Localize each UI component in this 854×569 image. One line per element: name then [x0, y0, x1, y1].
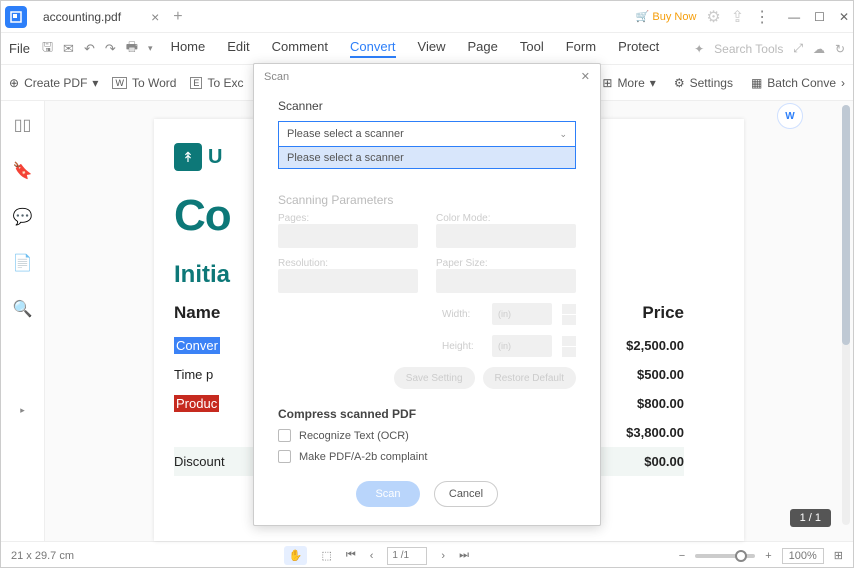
chevron-down-icon: ⌄: [559, 129, 567, 140]
scan-button[interactable]: Scan: [356, 481, 420, 507]
close-icon[interactable]: ×: [151, 9, 159, 25]
pdfa-checkbox[interactable]: [278, 450, 291, 463]
chevron-down-icon[interactable]: ▾: [148, 43, 153, 54]
restore-default-button: Restore Default: [483, 367, 576, 389]
doc-logo-icon: ↟: [174, 143, 202, 171]
create-pdf-button[interactable]: ⊕ Create PDF ▾: [9, 76, 98, 90]
batch-convert-button[interactable]: ▦ Batch Conve ›: [751, 76, 845, 90]
dialog-close-icon[interactable]: ✕: [581, 70, 590, 83]
zoom-in-icon[interactable]: +: [765, 550, 771, 562]
ocr-label: Recognize Text (OCR): [299, 430, 409, 442]
resolution-select: [278, 269, 418, 293]
menu-edit[interactable]: Edit: [227, 39, 249, 58]
vertical-scrollbar[interactable]: [842, 105, 850, 525]
pages-label: Pages:: [278, 213, 418, 224]
maximize-button[interactable]: ☐: [814, 10, 825, 24]
menu-convert[interactable]: Convert: [350, 39, 396, 58]
mail-icon[interactable]: ✉: [63, 41, 74, 57]
pdfa-label: Make PDF/A-2b complaint: [299, 451, 427, 463]
scroll-thumb[interactable]: [842, 105, 850, 345]
width-label: Width:: [442, 309, 482, 320]
menu-home[interactable]: Home: [171, 39, 206, 58]
app-icon: [5, 6, 27, 28]
kebab-icon[interactable]: ⋮: [754, 7, 770, 27]
width-input: (in): [492, 303, 552, 325]
menu-page[interactable]: Page: [468, 39, 498, 58]
scanner-select[interactable]: Please select a scanner ⌄: [278, 121, 576, 147]
zoom-out-icon[interactable]: −: [679, 550, 685, 562]
buy-now-link[interactable]: 🛒 Buy Now: [636, 10, 697, 23]
attachment-icon[interactable]: 📄: [13, 253, 33, 273]
col-price: Price: [642, 303, 684, 323]
menu-view[interactable]: View: [418, 39, 446, 58]
page-number-input[interactable]: 1 /1: [387, 547, 427, 565]
resolution-label: Resolution:: [278, 258, 418, 269]
bookmark-icon[interactable]: 🔖: [13, 161, 33, 181]
file-menu[interactable]: File: [9, 41, 30, 56]
hand-tool-icon[interactable]: ✋: [284, 546, 308, 565]
print-icon[interactable]: 🖶: [126, 38, 138, 60]
zoom-knob[interactable]: [735, 550, 747, 562]
magic-icon[interactable]: ✦: [694, 42, 704, 56]
redo-icon[interactable]: ↷: [105, 41, 116, 57]
cancel-button[interactable]: Cancel: [434, 481, 498, 507]
search-tools[interactable]: Search Tools: [714, 42, 783, 56]
save-icon[interactable]: 🖫: [42, 38, 53, 60]
ocr-checkbox[interactable]: [278, 429, 291, 442]
gift-icon[interactable]: ⚙: [706, 7, 720, 27]
menu-tool[interactable]: Tool: [520, 39, 544, 58]
save-setting-button: Save Setting: [394, 367, 475, 389]
colormode-label: Color Mode:: [436, 213, 576, 224]
new-tab-button[interactable]: +: [173, 8, 182, 26]
page-dimensions: 21 x 29.7 cm: [11, 550, 74, 562]
thumbnails-icon[interactable]: ▯▯: [14, 115, 32, 135]
prev-page-icon[interactable]: ‹: [370, 550, 374, 562]
scanner-label: Scanner: [278, 99, 576, 113]
tab-label: accounting.pdf: [43, 10, 121, 24]
dialog-title: Scan: [264, 71, 289, 83]
papersize-select: [436, 269, 576, 293]
more-button[interactable]: ⊞ More ▾: [602, 76, 655, 90]
colormode-select: [436, 224, 576, 248]
minimize-button[interactable]: —: [788, 10, 800, 24]
zoom-value[interactable]: 100%: [782, 548, 824, 564]
col-name: Name: [174, 303, 220, 323]
height-label: Height:: [442, 341, 482, 352]
fit-icon[interactable]: ⊞: [834, 549, 843, 562]
search-icon[interactable]: 🔍: [13, 299, 33, 319]
first-page-icon[interactable]: ⏮: [346, 549, 356, 562]
open-icon[interactable]: ⤢: [793, 41, 803, 56]
cloud-icon[interactable]: ☁: [813, 42, 825, 56]
pages-select: [278, 224, 418, 248]
close-window-button[interactable]: ✕: [839, 10, 849, 24]
settings-button[interactable]: ⚙ Settings: [674, 76, 733, 90]
share-icon[interactable]: ⇪: [731, 7, 744, 27]
next-page-icon[interactable]: ›: [441, 550, 445, 562]
papersize-label: Paper Size:: [436, 258, 576, 269]
doc-logo-text: U: [208, 146, 222, 169]
zoom-slider[interactable]: [695, 554, 755, 558]
compress-heading: Compress scanned PDF: [278, 407, 576, 421]
to-excel-button[interactable]: E To Exc: [190, 76, 243, 90]
history-icon[interactable]: ↻: [835, 42, 845, 56]
height-input: (in): [492, 335, 552, 357]
menu-protect[interactable]: Protect: [618, 39, 659, 58]
comment-icon[interactable]: 💬: [13, 207, 33, 227]
page-badge: 1 / 1: [790, 509, 831, 527]
menu-comment[interactable]: Comment: [272, 39, 328, 58]
params-heading: Scanning Parameters: [278, 193, 576, 207]
select-tool-icon[interactable]: ⬚: [321, 549, 331, 562]
menu-form[interactable]: Form: [566, 39, 596, 58]
to-word-button[interactable]: W To Word: [112, 76, 176, 90]
word-badge-icon[interactable]: W: [777, 103, 803, 129]
scan-dialog: Scan ✕ Scanner Please select a scanner ⌄…: [253, 63, 601, 526]
scanner-option[interactable]: Please select a scanner: [278, 147, 576, 169]
expand-icon[interactable]: ▸: [20, 405, 25, 416]
undo-icon[interactable]: ↶: [84, 41, 95, 57]
tab-document[interactable]: accounting.pdf ×: [35, 4, 167, 30]
last-page-icon[interactable]: ⏭: [459, 549, 469, 562]
